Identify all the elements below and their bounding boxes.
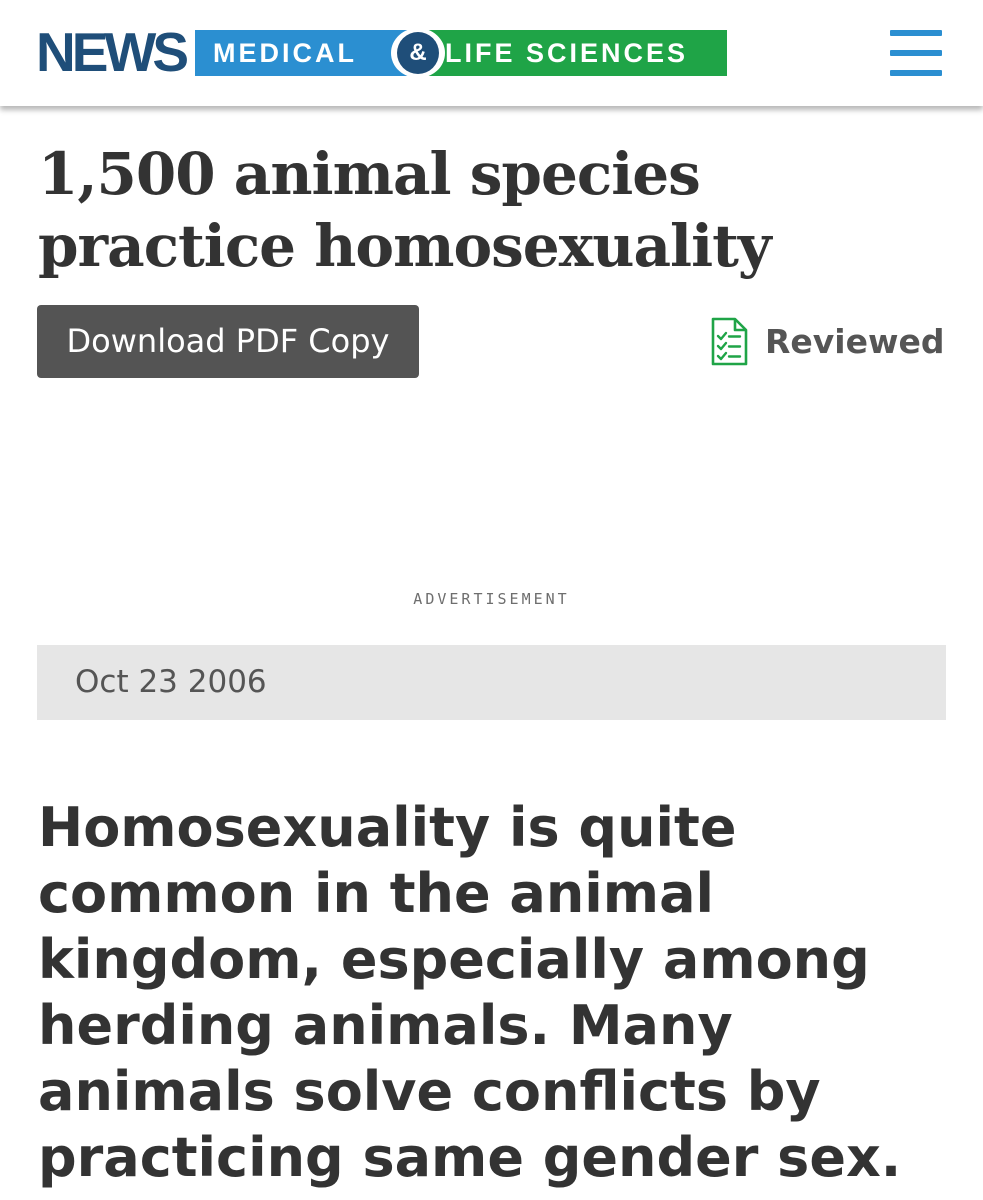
- download-pdf-button[interactable]: Download PDF Copy: [37, 305, 419, 378]
- site-header: NEWS MEDICAL LIFE SCIENCES &: [0, 0, 983, 106]
- page: NEWS MEDICAL LIFE SCIENCES & 1,500 anima…: [0, 0, 983, 1200]
- logo-news-text: NEWS: [36, 21, 189, 83]
- logo-life-sciences-text: LIFE SCIENCES: [409, 30, 727, 76]
- logo-band: MEDICAL LIFE SCIENCES &: [195, 28, 727, 78]
- logo-medical-text: MEDICAL: [195, 30, 409, 76]
- checklist-icon: [711, 317, 748, 366]
- hamburger-menu-icon[interactable]: [890, 30, 942, 76]
- logo-ampersand: &: [397, 32, 439, 74]
- reviewed-label: Reviewed: [765, 322, 945, 361]
- article-title: 1,500 animal species practice homosexual…: [38, 140, 772, 280]
- site-logo[interactable]: NEWS MEDICAL LIFE SCIENCES &: [36, 21, 727, 83]
- logo-ampersand-badge: &: [391, 28, 445, 78]
- advertisement-label: ADVERTISEMENT: [413, 590, 570, 608]
- menu-bar-bottom: [890, 70, 942, 76]
- reviewed-badge[interactable]: Reviewed: [709, 316, 945, 368]
- menu-bar-middle: [890, 50, 942, 56]
- article-date: Oct 23 2006: [37, 645, 946, 720]
- menu-bar-top: [890, 30, 942, 36]
- article-lede: Homosexuality is quite common in the ani…: [38, 796, 902, 1189]
